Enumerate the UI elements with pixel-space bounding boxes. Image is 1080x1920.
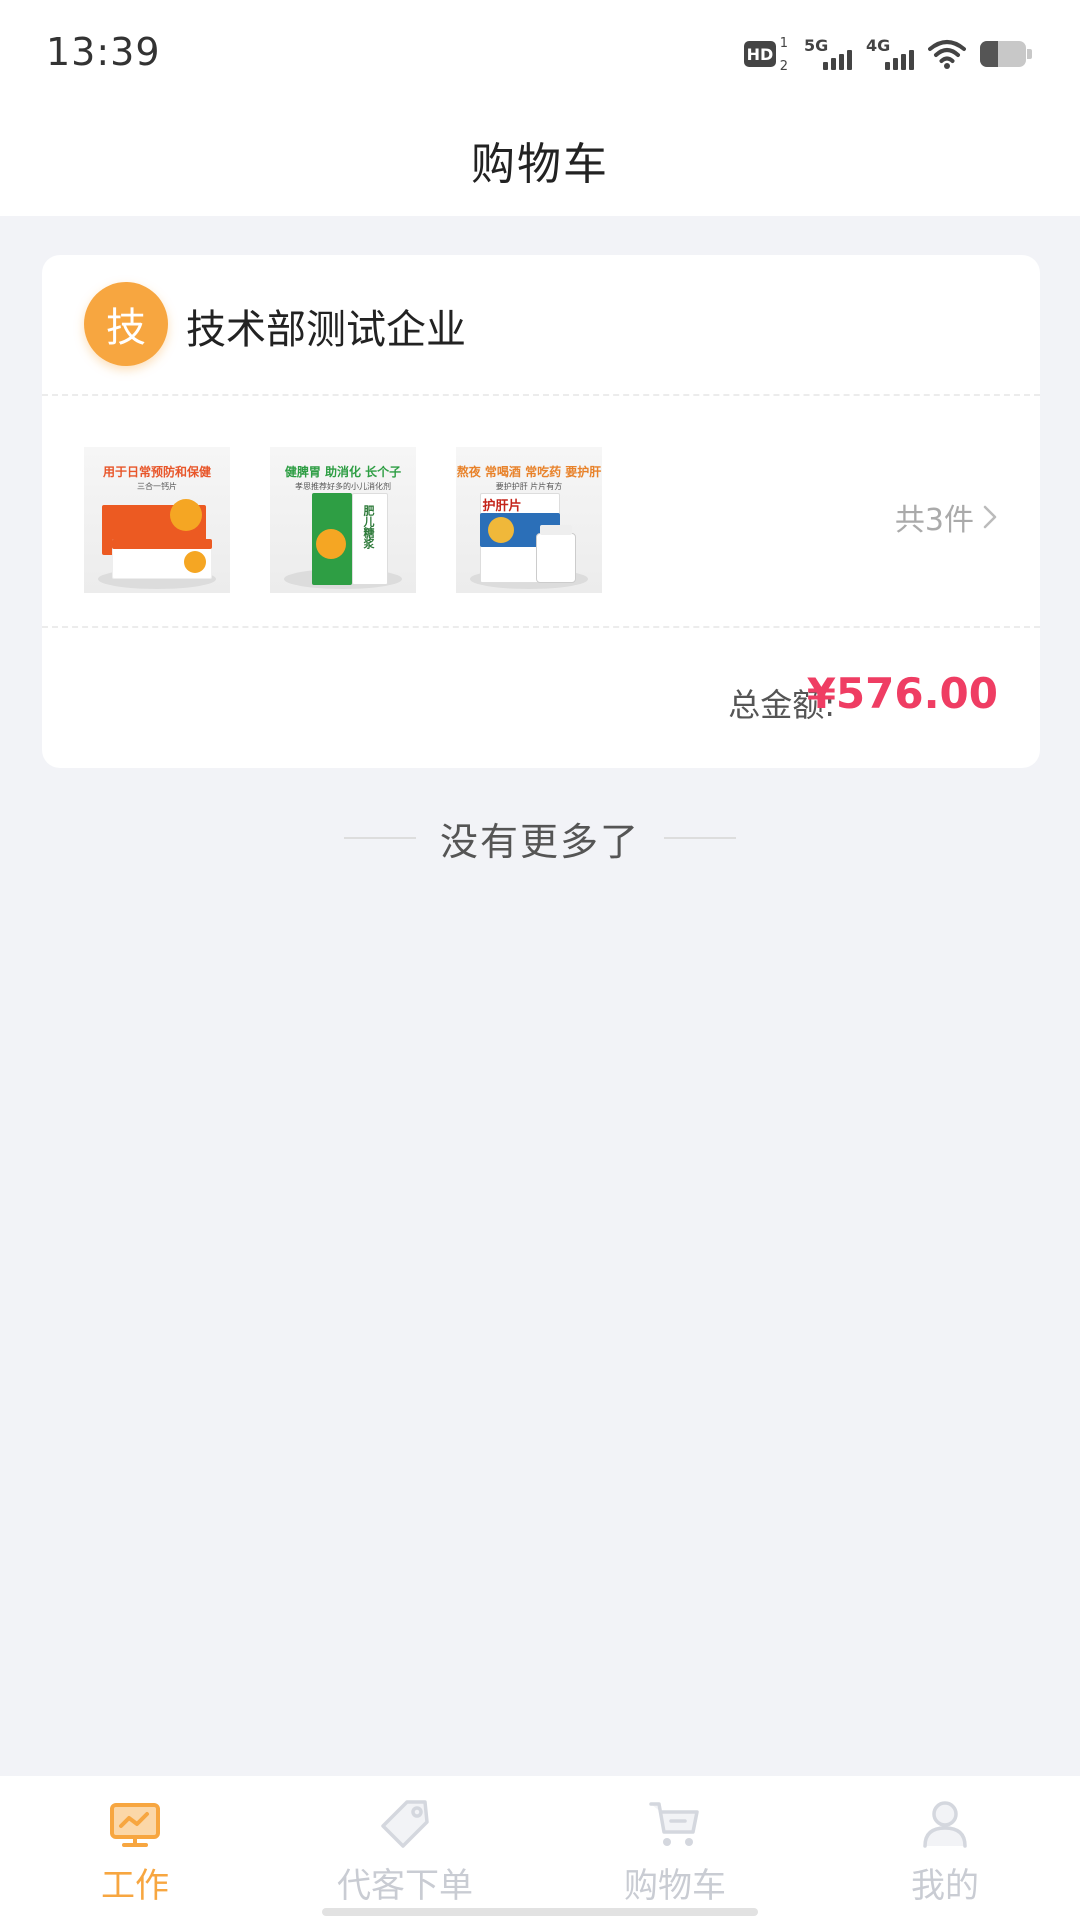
end-line-right	[664, 837, 736, 839]
store-row[interactable]: 技 技术部测试企业	[42, 255, 1040, 394]
product-headline: 健脾胃 助消化 长个子	[284, 465, 402, 479]
status-icons: HD 1 2 5G 4G	[744, 34, 1032, 74]
tab-order-for-customer[interactable]: 代客下单	[270, 1776, 540, 1920]
item-count: 共3件	[894, 503, 974, 538]
signal-4g-icon: 4G	[866, 36, 914, 72]
product-headline: 熬夜 常喝酒 常吃药 要护肝	[456, 465, 602, 479]
home-indicator[interactable]	[322, 1908, 758, 1916]
product-subline: 孝思推荐好多的小儿消化剂	[295, 482, 391, 491]
tab-label: 我的	[911, 1866, 979, 1906]
screen: 13:39 HD 1 2 5G 4G 购物车 技 技术部测试企业 用于日常预防和…	[0, 0, 1080, 1920]
total-row: 总金额: ¥576.00	[42, 627, 1040, 768]
monitor-icon	[110, 1803, 160, 1847]
store-avatar: 技	[84, 282, 168, 366]
hd-label: HD	[744, 41, 776, 67]
tab-label: 代客下单	[337, 1866, 473, 1906]
tab-work[interactable]: 工作	[0, 1776, 270, 1920]
hd-voice-icon: HD 1 2	[744, 36, 790, 74]
cart-store-card[interactable]: 技 技术部测试企业 用于日常预防和保健 三合一钙片 健脾胃 助消化 长个子 孝思…	[42, 255, 1040, 768]
wifi-icon	[928, 40, 966, 69]
product-thumbnails-row[interactable]: 用于日常预防和保健 三合一钙片 健脾胃 助消化 长个子 孝思推荐好多的小儿消化剂…	[42, 395, 1040, 625]
tab-cart[interactable]: 购物车	[540, 1776, 810, 1920]
product-box-text: 护肝片	[482, 499, 522, 514]
page-title: 购物车	[471, 139, 609, 190]
product-headline: 用于日常预防和保健	[102, 465, 211, 479]
product-subline: 三合一钙片	[137, 482, 177, 491]
item-count-link[interactable]: 共3件	[895, 495, 998, 539]
battery-fill	[980, 41, 999, 67]
tag-icon	[381, 1800, 429, 1848]
signal-bars	[885, 50, 914, 70]
signal-bars	[823, 50, 852, 70]
tab-label: 工作	[101, 1866, 169, 1906]
product-box-text: 肥儿糖浆	[362, 505, 375, 549]
end-line-left	[343, 837, 416, 839]
end-of-list-text: 没有更多了	[439, 819, 640, 864]
chevron-right-icon	[983, 505, 997, 529]
status-time: 13:39	[46, 30, 161, 74]
cart-icon	[649, 1802, 699, 1846]
hd-sup: 1	[779, 36, 788, 51]
tab-label: 购物车	[624, 1866, 726, 1906]
product-subline: 要护护肝 片片有方	[495, 482, 563, 491]
total-amount: ¥576.00	[806, 669, 998, 718]
product-thumbnail-2[interactable]: 健脾胃 助消化 长个子 孝思推荐好多的小儿消化剂 肥儿糖浆	[270, 447, 416, 593]
bottom-tab-bar: 工作 代客下单 购物车 我的	[0, 1776, 1080, 1920]
tab-me[interactable]: 我的	[810, 1776, 1080, 1920]
battery-icon	[980, 41, 1032, 67]
hd-sub: 2	[779, 59, 788, 74]
signal-5g-icon: 5G	[804, 36, 852, 72]
product-thumbnail-1[interactable]: 用于日常预防和保健 三合一钙片	[84, 447, 230, 593]
store-name: 技术部测试企业	[186, 307, 466, 353]
status-bar: 13:39 HD 1 2 5G 4G	[0, 0, 1080, 104]
user-icon	[923, 1801, 967, 1848]
product-thumbnail-3[interactable]: 熬夜 常喝酒 常吃药 要护肝 要护护肝 片片有方 护肝片	[456, 447, 602, 593]
nav-bar: 购物车	[0, 104, 1080, 216]
end-of-list-marker: 没有更多了	[0, 812, 1080, 864]
